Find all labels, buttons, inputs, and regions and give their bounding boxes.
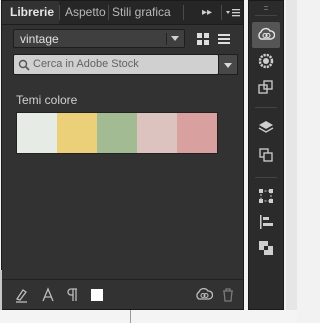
- add-paragraph-style-icon[interactable]: [65, 287, 81, 303]
- search-icon: [18, 58, 30, 71]
- toolbar-grip: [264, 6, 268, 7]
- library-select-value: vintage: [20, 32, 59, 46]
- color-wheel-icon[interactable]: [257, 52, 275, 70]
- pages-icon[interactable]: [257, 146, 275, 164]
- toolbar-divider: [255, 177, 277, 178]
- search-placeholder: Cerca in Adobe Stock: [33, 58, 139, 70]
- tab-stili-grafica[interactable]: Stili grafica: [110, 1, 182, 24]
- color-themes-heading: Temi colore: [16, 93, 78, 107]
- canvas-fragment: [0, 270, 2, 310]
- tab-librerie[interactable]: Librerie: [2, 1, 59, 24]
- artboard-icon[interactable]: [257, 78, 275, 96]
- creative-cloud-libraries-icon[interactable]: [257, 26, 276, 44]
- tab-divider: [108, 5, 109, 20]
- canvas-guide-line: [130, 310, 131, 323]
- panel-tab-bar: Librerie Aspetto Stili grafica ▸▸: [2, 1, 243, 25]
- panel-menu-icon[interactable]: [225, 1, 241, 24]
- side-toolbar: [248, 0, 284, 310]
- library-select[interactable]: vintage: [13, 29, 185, 48]
- align-icon[interactable]: [257, 213, 275, 231]
- color-swatch: [97, 113, 137, 153]
- creative-cloud-sync-icon[interactable]: [195, 287, 214, 303]
- chevron-down-icon: [171, 36, 179, 41]
- pathfinder-icon[interactable]: [257, 239, 275, 257]
- chevron-down-icon: [224, 63, 232, 68]
- stock-search-field[interactable]: Cerca in Adobe Stock: [13, 54, 219, 75]
- toolbar-grip: [264, 9, 268, 10]
- list-view-icon[interactable]: [216, 31, 232, 47]
- color-swatch: [177, 113, 217, 153]
- add-character-style-icon[interactable]: [40, 287, 56, 303]
- color-theme-swatch-row[interactable]: [16, 112, 218, 154]
- document-canvas-edge: [286, 0, 297, 310]
- double-chevron-right-icon[interactable]: ▸▸: [202, 1, 212, 24]
- panel-bottom-bar: [2, 279, 243, 310]
- color-swatch: [17, 113, 57, 153]
- tab-divider: [221, 5, 222, 20]
- transform-icon[interactable]: [257, 187, 275, 205]
- toolbar-divider: [255, 107, 277, 108]
- add-graphic-icon[interactable]: [14, 287, 30, 303]
- select-divider: [166, 33, 167, 45]
- tab-aspetto[interactable]: Aspetto: [60, 1, 107, 24]
- trash-icon[interactable]: [220, 287, 236, 303]
- grid-view-icon[interactable]: [195, 31, 211, 47]
- add-color-icon[interactable]: [89, 287, 105, 303]
- tab-divider: [183, 5, 184, 20]
- search-source-dropdown[interactable]: [219, 54, 238, 75]
- layers-icon[interactable]: [257, 118, 275, 136]
- canvas-area: [0, 310, 297, 323]
- toolbar-divider: [255, 15, 277, 16]
- color-swatch: [57, 113, 97, 153]
- libraries-panel: Librerie Aspetto Stili grafica ▸▸ vintag…: [1, 0, 244, 310]
- color-swatch: [137, 113, 177, 153]
